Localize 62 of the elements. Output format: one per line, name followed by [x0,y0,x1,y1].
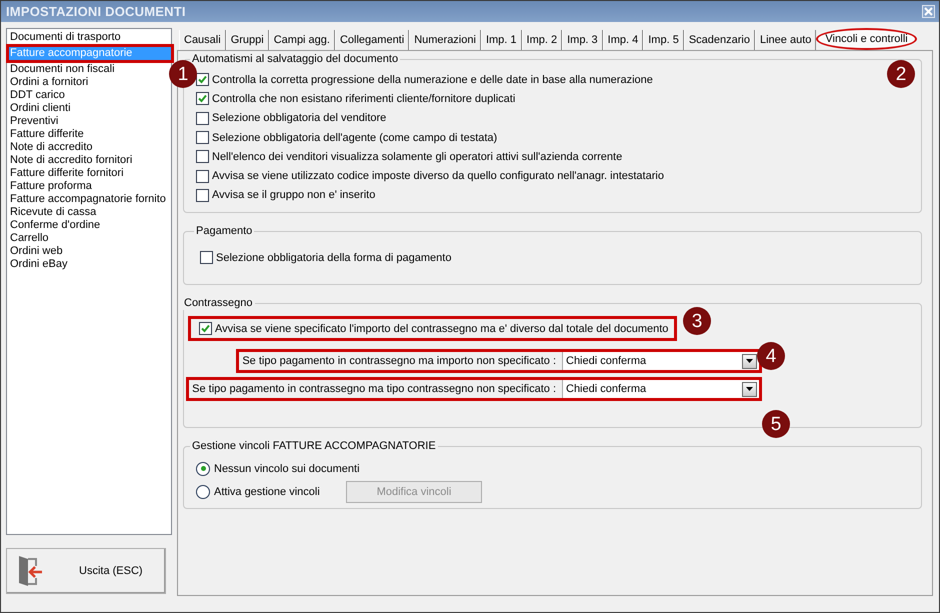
group-title: Pagamento [195,225,254,238]
radio-label: Attiva gestione vincoli [214,484,321,498]
radio-label: Nessun vincolo sui documenti [214,462,360,476]
checkbox[interactable] [200,251,213,264]
tab[interactable]: Imp. 4 [602,30,644,50]
tab[interactable]: Imp. 1 [480,30,522,50]
dropdown-label: Se tipo pagamento in contrassegno ma importo non specificato : [241,354,557,368]
list-item[interactable]: Preventivi [9,115,171,128]
list-item[interactable]: Ordini eBay [9,258,171,271]
dropdown-field[interactable]: Chiedi conferma [562,352,759,370]
tab[interactable]: Vincoli e controlli [816,28,917,50]
list-item[interactable]: Conferme d'ordine [9,219,171,232]
window-title: IMPOSTAZIONI DOCUMENTI [6,5,186,18]
checkbox-label: Avvisa se viene specificato l'importo del contrassegno ma e' diverso dal totale del documento [215,322,668,336]
checkbox-label: Nell'elenco dei venditori visualizza solamente gli operatori attivi sull'azienda corrente [212,150,622,164]
checkbox[interactable] [196,112,209,125]
tab[interactable]: Collegamenti [334,30,410,50]
list-item[interactable]: Ordini web [9,245,171,258]
list-item[interactable]: Note di accredito fornitori [9,154,171,167]
tab[interactable]: Campi agg. [268,30,335,50]
checkbox[interactable] [199,322,212,335]
checkbox[interactable] [196,150,209,164]
tab[interactable]: Imp. 5 [643,30,684,50]
radio-button[interactable] [196,462,210,476]
checkbox-label: Avvisa se viene utilizzato codice imposte diverso da quello configurato nell'anagr. intestatario [212,169,664,184]
list-item[interactable]: DDT carico [9,89,171,102]
group-title: Contrassegno [183,297,254,310]
list-item[interactable]: Documenti di trasporto [9,31,171,44]
list-item[interactable]: Note di accredito [9,141,171,154]
radio-button[interactable] [196,484,210,498]
list-item[interactable]: Carrello [9,232,171,245]
dropdown-field[interactable]: Chiedi conferma [562,380,759,398]
tab[interactable]: Imp. 2 [522,30,562,50]
list-item[interactable]: Fatture differite [9,128,171,141]
checkbox[interactable] [196,131,209,144]
tab[interactable]: Gruppi [226,30,269,50]
checkbox-label: Selezione obbligatoria della forma di pagamento [216,250,452,265]
checkbox-label: Selezione obbligatoria dell'agente (come campo di testata) [212,130,498,145]
checkbox[interactable] [196,170,209,183]
checkbox-label: Controlla la corretta progressione della numerazione e delle date in base alla numerazione [212,72,653,87]
exit-button[interactable]: Uscita (ESC) [6,548,166,594]
list-item[interactable]: Fatture differite fornitori [9,167,171,180]
list-item[interactable]: Fatture accompagnatorie fornito [9,193,171,206]
checkbox-label: Selezione obbligatoria del venditore [212,111,386,126]
tab[interactable]: Scadenzario [684,30,755,50]
checkbox[interactable] [196,92,209,106]
tab[interactable]: Causali [179,30,226,50]
list-item[interactable]: Ordini clienti [9,102,171,115]
list-item[interactable]: Ordini a fornitori [9,76,171,89]
group-title: Gestione vincoli FATTURE ACCOMPAGNATORIE [191,440,437,453]
checkbox[interactable] [196,188,209,202]
list-item[interactable]: Ricevute di cassa [9,206,171,219]
tab[interactable]: Linee auto [754,30,816,50]
tab[interactable]: Imp. 3 [562,30,603,50]
checkbox-label: Controlla che non esistano riferimenti cliente/fornitore duplicati [212,92,516,106]
checkbox[interactable] [196,73,209,86]
tab[interactable]: Numerazioni [409,30,481,50]
dropdown-label: Se tipo pagamento in contrassegno ma tipo contrassegno non specificato : [191,382,557,396]
close-icon [924,7,933,16]
list-item[interactable]: Fatture proforma [9,180,171,193]
checkbox-label: Avvisa se il gruppo non e' inserito [212,188,376,202]
list-item[interactable]: Documenti non fiscali [9,63,171,76]
